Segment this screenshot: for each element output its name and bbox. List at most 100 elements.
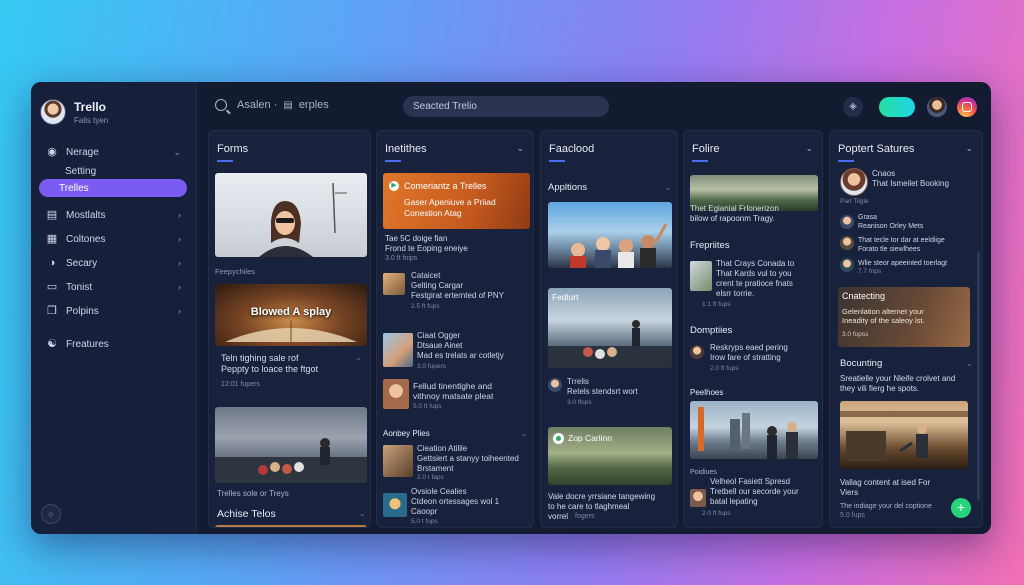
chevron-down-icon[interactable]: ⌄ bbox=[173, 147, 181, 158]
footer-text: Vallag content at ised For Viers bbox=[840, 478, 931, 497]
column-underline bbox=[838, 160, 854, 162]
card-image-field[interactable]: Zop Carlinn bbox=[548, 427, 672, 485]
row-meta: 3.0 fupers bbox=[417, 363, 446, 370]
search-bar[interactable]: Asalen · ▤ erples bbox=[215, 99, 329, 111]
row-avatar[interactable] bbox=[690, 345, 704, 359]
add-card-button[interactable]: + bbox=[951, 498, 971, 518]
row-text[interactable]: Trrelis Retels stendsrt wort bbox=[567, 377, 638, 397]
sidebar-item-nerage[interactable]: ◉ Nerage ⌄ bbox=[39, 140, 187, 164]
row-thumbnail[interactable] bbox=[383, 445, 413, 477]
list-icon: ▤ bbox=[46, 209, 58, 221]
row-text[interactable]: Ciaat Ogger Dtsaue Ainet Mad es trelats … bbox=[417, 331, 504, 361]
row-text[interactable]: Grasa Reanison Orley Mets bbox=[858, 213, 923, 231]
sidebar-item-coltones[interactable]: ▦ Coltones › bbox=[39, 227, 187, 251]
row-avatar[interactable] bbox=[840, 215, 854, 229]
user-avatar[interactable] bbox=[927, 97, 947, 117]
row-thumbnail[interactable] bbox=[690, 489, 706, 507]
shield-icon[interactable]: ◈ bbox=[843, 97, 863, 117]
column-underline bbox=[217, 160, 233, 162]
banner-title: Comeriantz a Trelles bbox=[404, 181, 487, 191]
row-text[interactable]: Wlie steor apeeinted toerlagt bbox=[858, 259, 947, 268]
row-text[interactable]: Cnaos That Ismeilet Booking bbox=[872, 169, 949, 189]
question-icon: ◉ bbox=[47, 146, 57, 158]
column-underline bbox=[385, 160, 401, 162]
row-text[interactable]: Velheol Fasiett Spresd Tretbell our seco… bbox=[710, 477, 799, 507]
chevron-down-icon[interactable]: ⌄ bbox=[355, 353, 362, 362]
header: Asalen · ▤ erples Seacted Trelio ◈ bbox=[197, 82, 991, 130]
section-title: Domptiies bbox=[690, 325, 733, 336]
row-text[interactable]: Reskryps eaed pering Irow fare of stratt… bbox=[710, 343, 788, 363]
chevron-down-icon[interactable]: ⌄ bbox=[966, 359, 973, 368]
column-title: Inetithes bbox=[385, 143, 427, 155]
info-card-title: Cnatecting bbox=[842, 291, 886, 301]
sidebar-item-trelles[interactable]: Trelles bbox=[39, 179, 187, 197]
row-text[interactable]: Ovsiole Cealies Ctdeon ortessages wol 1 … bbox=[411, 487, 499, 517]
profile[interactable]: Trello Falis tyen bbox=[40, 99, 108, 125]
chevron-right-icon[interactable]: › bbox=[178, 258, 181, 268]
chevron-right-icon[interactable]: › bbox=[178, 306, 181, 316]
column-underline bbox=[692, 160, 708, 162]
row-text[interactable]: Cataicet Gelting Cargar Festgirat ertern… bbox=[411, 271, 504, 301]
card-caption: Teln tighing sale rof Peppty to loace th… bbox=[221, 353, 319, 374]
row-text[interactable]: That Crays Conada to That Kards vul to y… bbox=[716, 259, 794, 299]
chevron-right-icon[interactable]: › bbox=[178, 282, 181, 292]
footer-sub: The indiage your del coptione bbox=[840, 503, 932, 510]
app-subtitle: Falis tyen bbox=[74, 115, 109, 125]
chevron-down-icon[interactable]: ⌄ bbox=[516, 143, 524, 154]
card-image-partial[interactable] bbox=[215, 525, 367, 527]
chevron-down-icon[interactable]: ⌄ bbox=[665, 183, 672, 192]
instagram-icon[interactable] bbox=[957, 97, 977, 117]
card-image-workshop[interactable] bbox=[840, 401, 968, 469]
row-thumbnail[interactable] bbox=[383, 273, 405, 295]
row-thumbnail[interactable] bbox=[383, 379, 409, 409]
row-avatar[interactable] bbox=[548, 378, 562, 392]
column-title: Forms bbox=[217, 143, 249, 155]
info-card[interactable]: Cnatecting Gelenlation alternet your Ine… bbox=[838, 287, 970, 347]
card-caption: Vale docre yrrsiane tangewing to he care… bbox=[548, 492, 656, 521]
row-meta: 5.0 t fups bbox=[411, 518, 438, 525]
sidebar-item-label: Polpins bbox=[66, 305, 99, 317]
card-image-book[interactable]: Blowed A splay bbox=[215, 284, 367, 346]
sidebar-item-secary[interactable]: ◑ Secary › bbox=[39, 251, 187, 275]
avatar[interactable] bbox=[40, 99, 66, 125]
banner-card[interactable]: ▶ Comeriantz a Trelles Gaser Apeniuve a … bbox=[383, 173, 530, 229]
board-selector[interactable]: Seacted Trelio bbox=[403, 96, 609, 117]
card-meta: 12:01 fupers bbox=[221, 381, 260, 388]
sidebar-item-mostlalts[interactable]: ▤ Mostlalts › bbox=[39, 203, 187, 227]
row-text[interactable]: Fellud tinentlghe and vithnoy matsate pl… bbox=[413, 381, 493, 401]
info-card-text: Gelenlation alternet your Ineadity of th… bbox=[842, 307, 925, 325]
chevron-down-icon[interactable]: ⌄ bbox=[521, 429, 528, 438]
card-image-city[interactable] bbox=[690, 401, 818, 459]
sidebar-item-setting[interactable]: Setting bbox=[39, 166, 187, 178]
card-icon: ▭ bbox=[46, 281, 58, 293]
row-avatar[interactable] bbox=[840, 258, 854, 272]
chevron-right-icon[interactable]: › bbox=[178, 210, 181, 220]
column-underline bbox=[549, 160, 565, 162]
row-avatar[interactable] bbox=[840, 168, 868, 196]
row-thumbnail[interactable] bbox=[383, 333, 413, 367]
sidebar-item-label: Coltones bbox=[66, 233, 106, 245]
card-image-boat[interactable]: Fedlurt bbox=[548, 288, 672, 368]
chevron-right-icon[interactable]: › bbox=[178, 234, 181, 244]
chip-icon bbox=[553, 433, 564, 444]
row-avatar[interactable] bbox=[840, 236, 854, 250]
row-thumbnail[interactable] bbox=[383, 493, 407, 517]
chevron-down-icon[interactable]: ⌄ bbox=[359, 509, 366, 518]
sidebar-item-tonist[interactable]: ▭ Tonist › bbox=[39, 275, 187, 299]
settings-button[interactable]: ○ bbox=[41, 504, 61, 524]
row-thumbnail[interactable] bbox=[690, 261, 712, 291]
row-meta: 2.0 ft fups bbox=[702, 510, 731, 517]
card-image-crowd[interactable] bbox=[215, 407, 367, 483]
sidebar-item-polpins[interactable]: ❐ Polpins › bbox=[39, 299, 187, 323]
card-image-friends[interactable] bbox=[548, 202, 672, 268]
card-caption: Thet Egianial Frlonerizon bilow of rapoo… bbox=[690, 204, 779, 223]
scrollbar[interactable] bbox=[977, 251, 980, 501]
chevron-down-icon[interactable]: ⌄ bbox=[965, 143, 973, 154]
sidebar-item-freatures[interactable]: ☯ Freatures bbox=[39, 332, 187, 356]
card-image-woman[interactable] bbox=[215, 173, 367, 257]
status-toggle[interactable] bbox=[879, 97, 915, 117]
row-text[interactable]: That tecle tor dar at eeldiige Forato tl… bbox=[858, 236, 945, 254]
chevron-down-icon[interactable]: ⌄ bbox=[805, 143, 813, 154]
section-text: Sreatielle your Nleife crolvet and they … bbox=[840, 374, 956, 393]
row-text[interactable]: Cieation Atilile Gettsiert a stanyy toih… bbox=[417, 444, 519, 474]
